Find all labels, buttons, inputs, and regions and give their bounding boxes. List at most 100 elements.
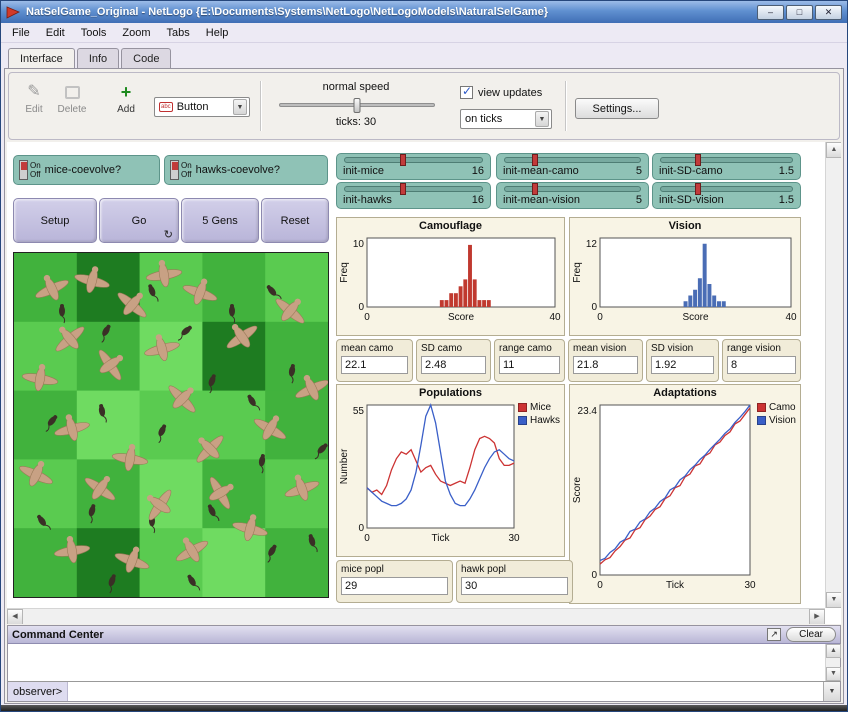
vertical-scrollbar[interactable]: ▲ ▼ (825, 142, 841, 608)
slider-handle[interactable] (532, 183, 538, 195)
view-updates-group: ✓ view updates (460, 86, 542, 99)
monitor-label: SD camo (421, 343, 486, 354)
command-center-header[interactable]: Command Center ↗ Clear (8, 626, 840, 644)
slider-track[interactable] (504, 157, 641, 163)
scroll-up-button[interactable]: ▲ (826, 644, 841, 658)
speed-slider-handle[interactable] (354, 98, 361, 113)
world-view[interactable] (13, 252, 329, 598)
plot-canvas: 23.40030TickScore (570, 400, 800, 601)
popout-button[interactable]: ↗ (767, 628, 781, 641)
scroll-down-button[interactable]: ▼ (826, 592, 841, 608)
slider-value: 16 (472, 194, 484, 206)
scroll-up-button[interactable]: ▲ (826, 142, 841, 158)
switch-knob[interactable] (21, 162, 27, 170)
svg-text:30: 30 (508, 533, 520, 544)
maximize-icon: □ (797, 7, 802, 17)
svg-text:Freq: Freq (339, 262, 350, 283)
slider-track[interactable] (344, 186, 483, 192)
interface-tab-panel: ✎ Edit Delete + Add abc Button ▼ normal … (4, 68, 844, 704)
svg-text:Freq: Freq (572, 262, 583, 283)
slider-handle[interactable] (400, 183, 406, 195)
slider-track[interactable] (660, 186, 793, 192)
svg-text:Score: Score (682, 312, 709, 323)
update-mode-value: on ticks (465, 113, 531, 125)
slider-init-mean-vision[interactable]: init-mean-vision 5 (496, 182, 649, 209)
history-dropdown-button[interactable]: ▼ (823, 682, 840, 701)
menu-file[interactable]: File (4, 25, 38, 41)
legend-label: Vision (769, 415, 796, 426)
tab-code[interactable]: Code (121, 48, 171, 68)
tabstrip: Interface Info Code (1, 43, 847, 68)
output-scrollbar[interactable]: ▲ ▼ (825, 644, 840, 681)
view-updates-label: view updates (478, 87, 542, 99)
slider-handle[interactable] (532, 154, 538, 166)
switch-toggle[interactable]: On Off (170, 160, 192, 180)
scroll-right-button[interactable]: ▶ (809, 609, 825, 624)
slider-track[interactable] (660, 157, 793, 163)
plot-legend: MiceHawks (518, 402, 560, 426)
plot-populations: Populations550030TickNumberMiceHawks (336, 384, 565, 557)
slider-init-hawks[interactable]: init-hawks 16 (336, 182, 491, 209)
horizontal-scrollbar[interactable]: ◀ ▶ (7, 608, 825, 624)
plot-canvas: 100040ScoreFreq (337, 233, 564, 333)
add-tool-button[interactable]: + Add (109, 83, 143, 115)
slider-init-mean-camo[interactable]: init-mean-camo 5 (496, 153, 649, 180)
switch-track[interactable] (19, 160, 28, 180)
settings-button[interactable]: Settings... (575, 98, 659, 119)
maximize-button[interactable]: □ (786, 5, 813, 20)
menu-help[interactable]: Help (198, 25, 237, 41)
view-updates-checkbox[interactable]: ✓ (460, 86, 473, 99)
plot-camouflage: Camouflage100040ScoreFreq (336, 217, 565, 336)
minimize-button[interactable]: – (757, 5, 784, 20)
five-gens-button[interactable]: 5 Gens (181, 198, 259, 243)
menu-tabs[interactable]: Tabs (159, 25, 198, 41)
slider-handle[interactable] (695, 154, 701, 166)
widget-type-dropdown[interactable]: abc Button ▼ (154, 97, 250, 117)
update-mode-dropdown[interactable]: on ticks ▼ (460, 109, 552, 129)
speed-slider[interactable] (279, 103, 435, 107)
clear-button[interactable]: Clear (786, 627, 836, 642)
switch-toggle[interactable]: On Off (19, 160, 41, 180)
slider-label: init-SD-vision (659, 194, 724, 206)
go-button[interactable]: Go ↻ (99, 198, 179, 243)
legend-swatch (757, 403, 766, 412)
plot-title: Adaptations (570, 385, 800, 400)
slider-track[interactable] (504, 186, 641, 192)
slider-init-mice[interactable]: init-mice 16 (336, 153, 491, 180)
slider-handle[interactable] (695, 183, 701, 195)
slider-init-SD-camo[interactable]: init-SD-camo 1.5 (652, 153, 801, 180)
switch-hawks-coevolve[interactable]: On Off hawks-coevolve? (164, 155, 328, 185)
menu-tools[interactable]: Tools (73, 25, 115, 41)
edit-tool-button[interactable]: ✎ Edit (17, 83, 51, 115)
plot-title: Vision (570, 218, 800, 233)
tab-interface[interactable]: Interface (8, 48, 75, 69)
slider-init-SD-vision[interactable]: init-SD-vision 1.5 (652, 182, 801, 209)
titlebar[interactable]: NatSelGame_Original - NetLogo {E:\Docume… (1, 1, 847, 23)
close-icon: ✕ (825, 7, 833, 17)
menu-edit[interactable]: Edit (38, 25, 73, 41)
netlogo-app-icon (6, 6, 21, 19)
command-input[interactable] (68, 682, 823, 701)
reset-button[interactable]: Reset (261, 198, 329, 243)
scroll-down-button[interactable]: ▼ (826, 667, 841, 681)
delete-tool-button[interactable]: Delete (55, 83, 89, 115)
setup-button[interactable]: Setup (13, 198, 97, 243)
legend-swatch (518, 416, 527, 425)
monitor-sd-camo: SD camo 2.48 (416, 339, 491, 382)
slider-track[interactable] (344, 157, 483, 163)
slider-handle[interactable] (400, 154, 406, 166)
window-controls: – □ ✕ (757, 5, 842, 20)
svg-text:12: 12 (586, 239, 598, 250)
switch-knob[interactable] (172, 162, 178, 170)
switch-track[interactable] (170, 160, 179, 180)
switch-mice-coevolve[interactable]: On Off mice-coevolve? (13, 155, 160, 185)
command-center: Command Center ↗ Clear ▲ ▼ observer> ▼ (7, 625, 841, 702)
command-output-area[interactable]: ▲ ▼ (8, 644, 840, 681)
menubar: File Edit Tools Zoom Tabs Help (1, 23, 847, 43)
tab-info[interactable]: Info (77, 48, 119, 68)
scroll-left-button[interactable]: ◀ (7, 609, 23, 624)
monitor-value: 11 (499, 356, 560, 374)
close-button[interactable]: ✕ (815, 5, 842, 20)
menu-zoom[interactable]: Zoom (114, 25, 158, 41)
plot-legend: CamoVision (757, 402, 796, 426)
